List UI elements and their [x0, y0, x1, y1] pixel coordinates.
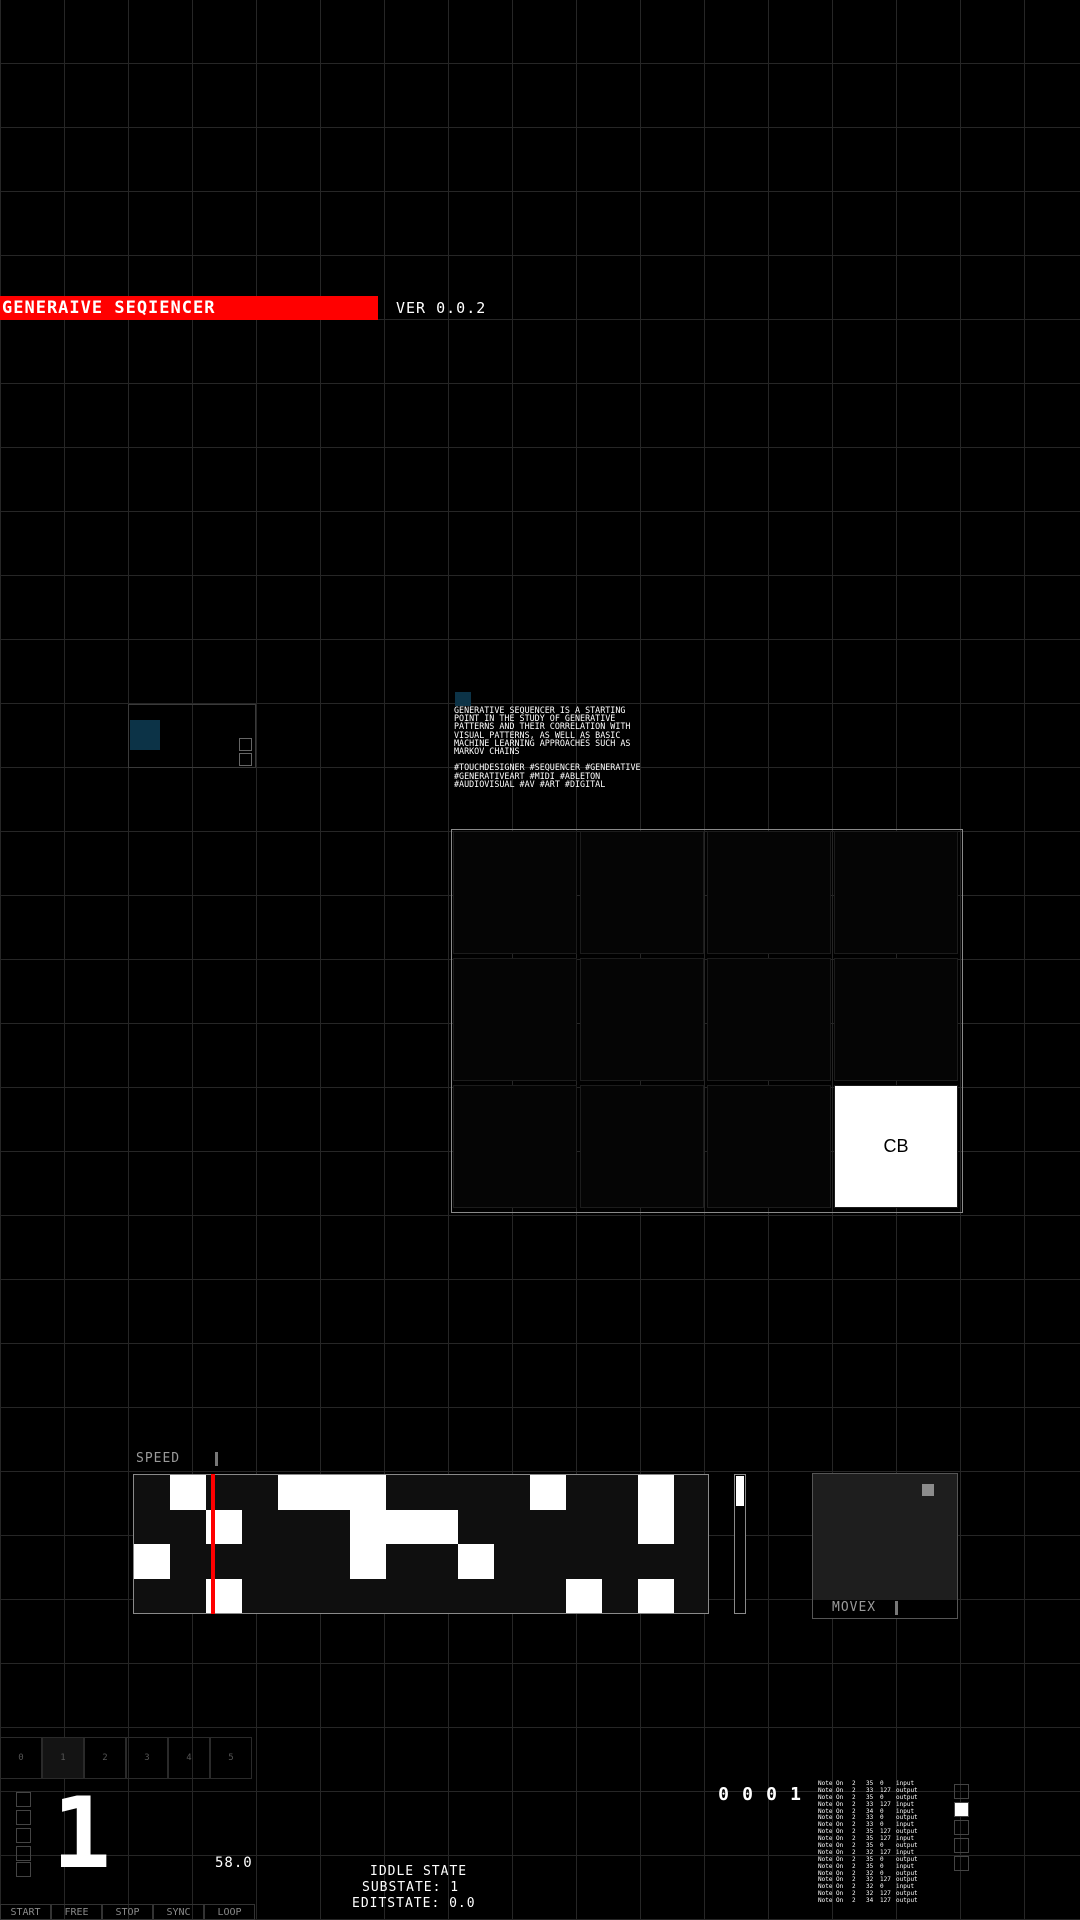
mini-toggle-2[interactable]: [239, 753, 252, 766]
seq-step-r3-c14[interactable]: [638, 1578, 674, 1613]
description-block: GENERATIVE SEQUENCER IS A STARTING POINT…: [454, 706, 654, 788]
state-label: IDDLE STATE: [370, 1864, 468, 1879]
preset-1[interactable]: 1: [42, 1737, 84, 1779]
bpm-readout: 58.0: [215, 1855, 253, 1871]
sync-button[interactable]: SYNC: [153, 1904, 204, 1920]
counter-digit-2: 0: [742, 1784, 754, 1805]
movex-slider-handle[interactable]: [895, 1601, 898, 1615]
pad-cell-11[interactable]: CB: [834, 1085, 958, 1208]
pad-cell-4[interactable]: [453, 958, 577, 1081]
counter-digit-4: 1: [790, 1784, 802, 1805]
start-button[interactable]: START: [0, 1904, 51, 1920]
preset-4[interactable]: 4: [168, 1737, 210, 1779]
seq-step-r1-c6[interactable]: [350, 1509, 386, 1544]
seq-step-r1-c14[interactable]: [638, 1509, 674, 1544]
preset-0[interactable]: 0: [0, 1737, 42, 1779]
free-button[interactable]: FREE: [51, 1904, 102, 1920]
seq-step-r0-c6[interactable]: [350, 1475, 386, 1510]
color-swatch: [130, 720, 160, 750]
movex-pad[interactable]: [812, 1473, 958, 1619]
midi-msg: Note On: [818, 1897, 844, 1905]
seq-step-r2-c0[interactable]: [134, 1544, 170, 1579]
preset-2[interactable]: 2: [84, 1737, 126, 1779]
stack-slot-4[interactable]: [16, 1846, 31, 1861]
speed-slider-handle[interactable]: [215, 1452, 218, 1466]
stack-slot-1[interactable]: [16, 1792, 31, 1807]
midi-log-row: Note On 2 34 127 output: [818, 1897, 938, 1905]
editstate-label: EDITSTATE: 0.0: [352, 1896, 476, 1911]
pad-cell-5[interactable]: [580, 958, 704, 1081]
app-title: GENERAIVE SEQIENCER: [2, 298, 216, 318]
pad-cell-6[interactable]: [707, 958, 831, 1081]
output-slot-3[interactable]: [954, 1820, 969, 1835]
seq-step-r0-c14[interactable]: [638, 1475, 674, 1510]
midi-ch: 2: [852, 1897, 856, 1905]
midi-note: 34: [866, 1897, 874, 1905]
midi-dir: output: [896, 1897, 918, 1905]
stack-slot-2[interactable]: [16, 1810, 31, 1825]
pad-cell-1[interactable]: [580, 831, 704, 954]
seq-step-r3-c12[interactable]: [566, 1578, 602, 1613]
stack-slot-5[interactable]: [16, 1862, 31, 1877]
pad-cell-label: CB: [883, 1136, 909, 1156]
seq-step-r0-c5[interactable]: [314, 1475, 350, 1510]
pad-cell-10[interactable]: [707, 1085, 831, 1208]
output-slot-4[interactable]: [954, 1838, 969, 1853]
output-slot-1[interactable]: [954, 1784, 969, 1799]
movex-label: MOVEX: [832, 1600, 877, 1615]
vertical-slider-fill: [736, 1476, 744, 1506]
pad-cell-3[interactable]: [834, 831, 958, 954]
playhead: [211, 1474, 215, 1614]
substate-label: SUBSTATE: 1: [362, 1880, 460, 1895]
seq-step-r1-c7[interactable]: [386, 1509, 422, 1544]
preset-3[interactable]: 3: [126, 1737, 168, 1779]
seq-step-r0-c1[interactable]: [170, 1475, 206, 1510]
pad-cell-8[interactable]: [453, 1085, 577, 1208]
stack-slot-3[interactable]: [16, 1828, 31, 1843]
midi-log: Note On 2 35 0 input Note On 2 33 127 output Note …: [818, 1780, 938, 1905]
pad-cell-0[interactable]: [453, 831, 577, 954]
output-slot-2[interactable]: [954, 1802, 969, 1817]
pad-cell-7[interactable]: [834, 958, 958, 1081]
current-pattern-number: 1: [52, 1777, 112, 1891]
seq-step-r0-c11[interactable]: [530, 1475, 566, 1510]
sequencer-cells: [134, 1475, 708, 1613]
description-text: GENERATIVE SEQUENCER IS A STARTING POINT…: [454, 705, 636, 757]
speed-label: SPEED: [136, 1451, 181, 1466]
loop-button[interactable]: LOOP: [204, 1904, 255, 1920]
seq-step-r0-c4[interactable]: [278, 1475, 314, 1510]
version-label: VER 0.0.2: [396, 299, 487, 317]
mini-toggle-1[interactable]: [239, 738, 252, 751]
midi-vel: 127: [880, 1897, 891, 1905]
description-tags: #TOUCHDESIGNER #SEQUENCER #GENERATIVE #G…: [454, 762, 646, 789]
movex-handle[interactable]: [922, 1484, 934, 1496]
counter-digit-3: 0: [766, 1784, 778, 1805]
description-swatch: [455, 692, 471, 706]
pad-cell-9[interactable]: [580, 1085, 704, 1208]
stop-button[interactable]: STOP: [102, 1904, 153, 1920]
seq-step-r2-c9[interactable]: [458, 1544, 494, 1579]
pad-cell-2[interactable]: [707, 831, 831, 954]
output-slot-5[interactable]: [954, 1856, 969, 1871]
seq-step-r2-c6[interactable]: [350, 1544, 386, 1579]
counter-digit-1: 0: [718, 1784, 730, 1805]
preset-5[interactable]: 5: [210, 1737, 252, 1779]
seq-step-r1-c8[interactable]: [422, 1509, 458, 1544]
